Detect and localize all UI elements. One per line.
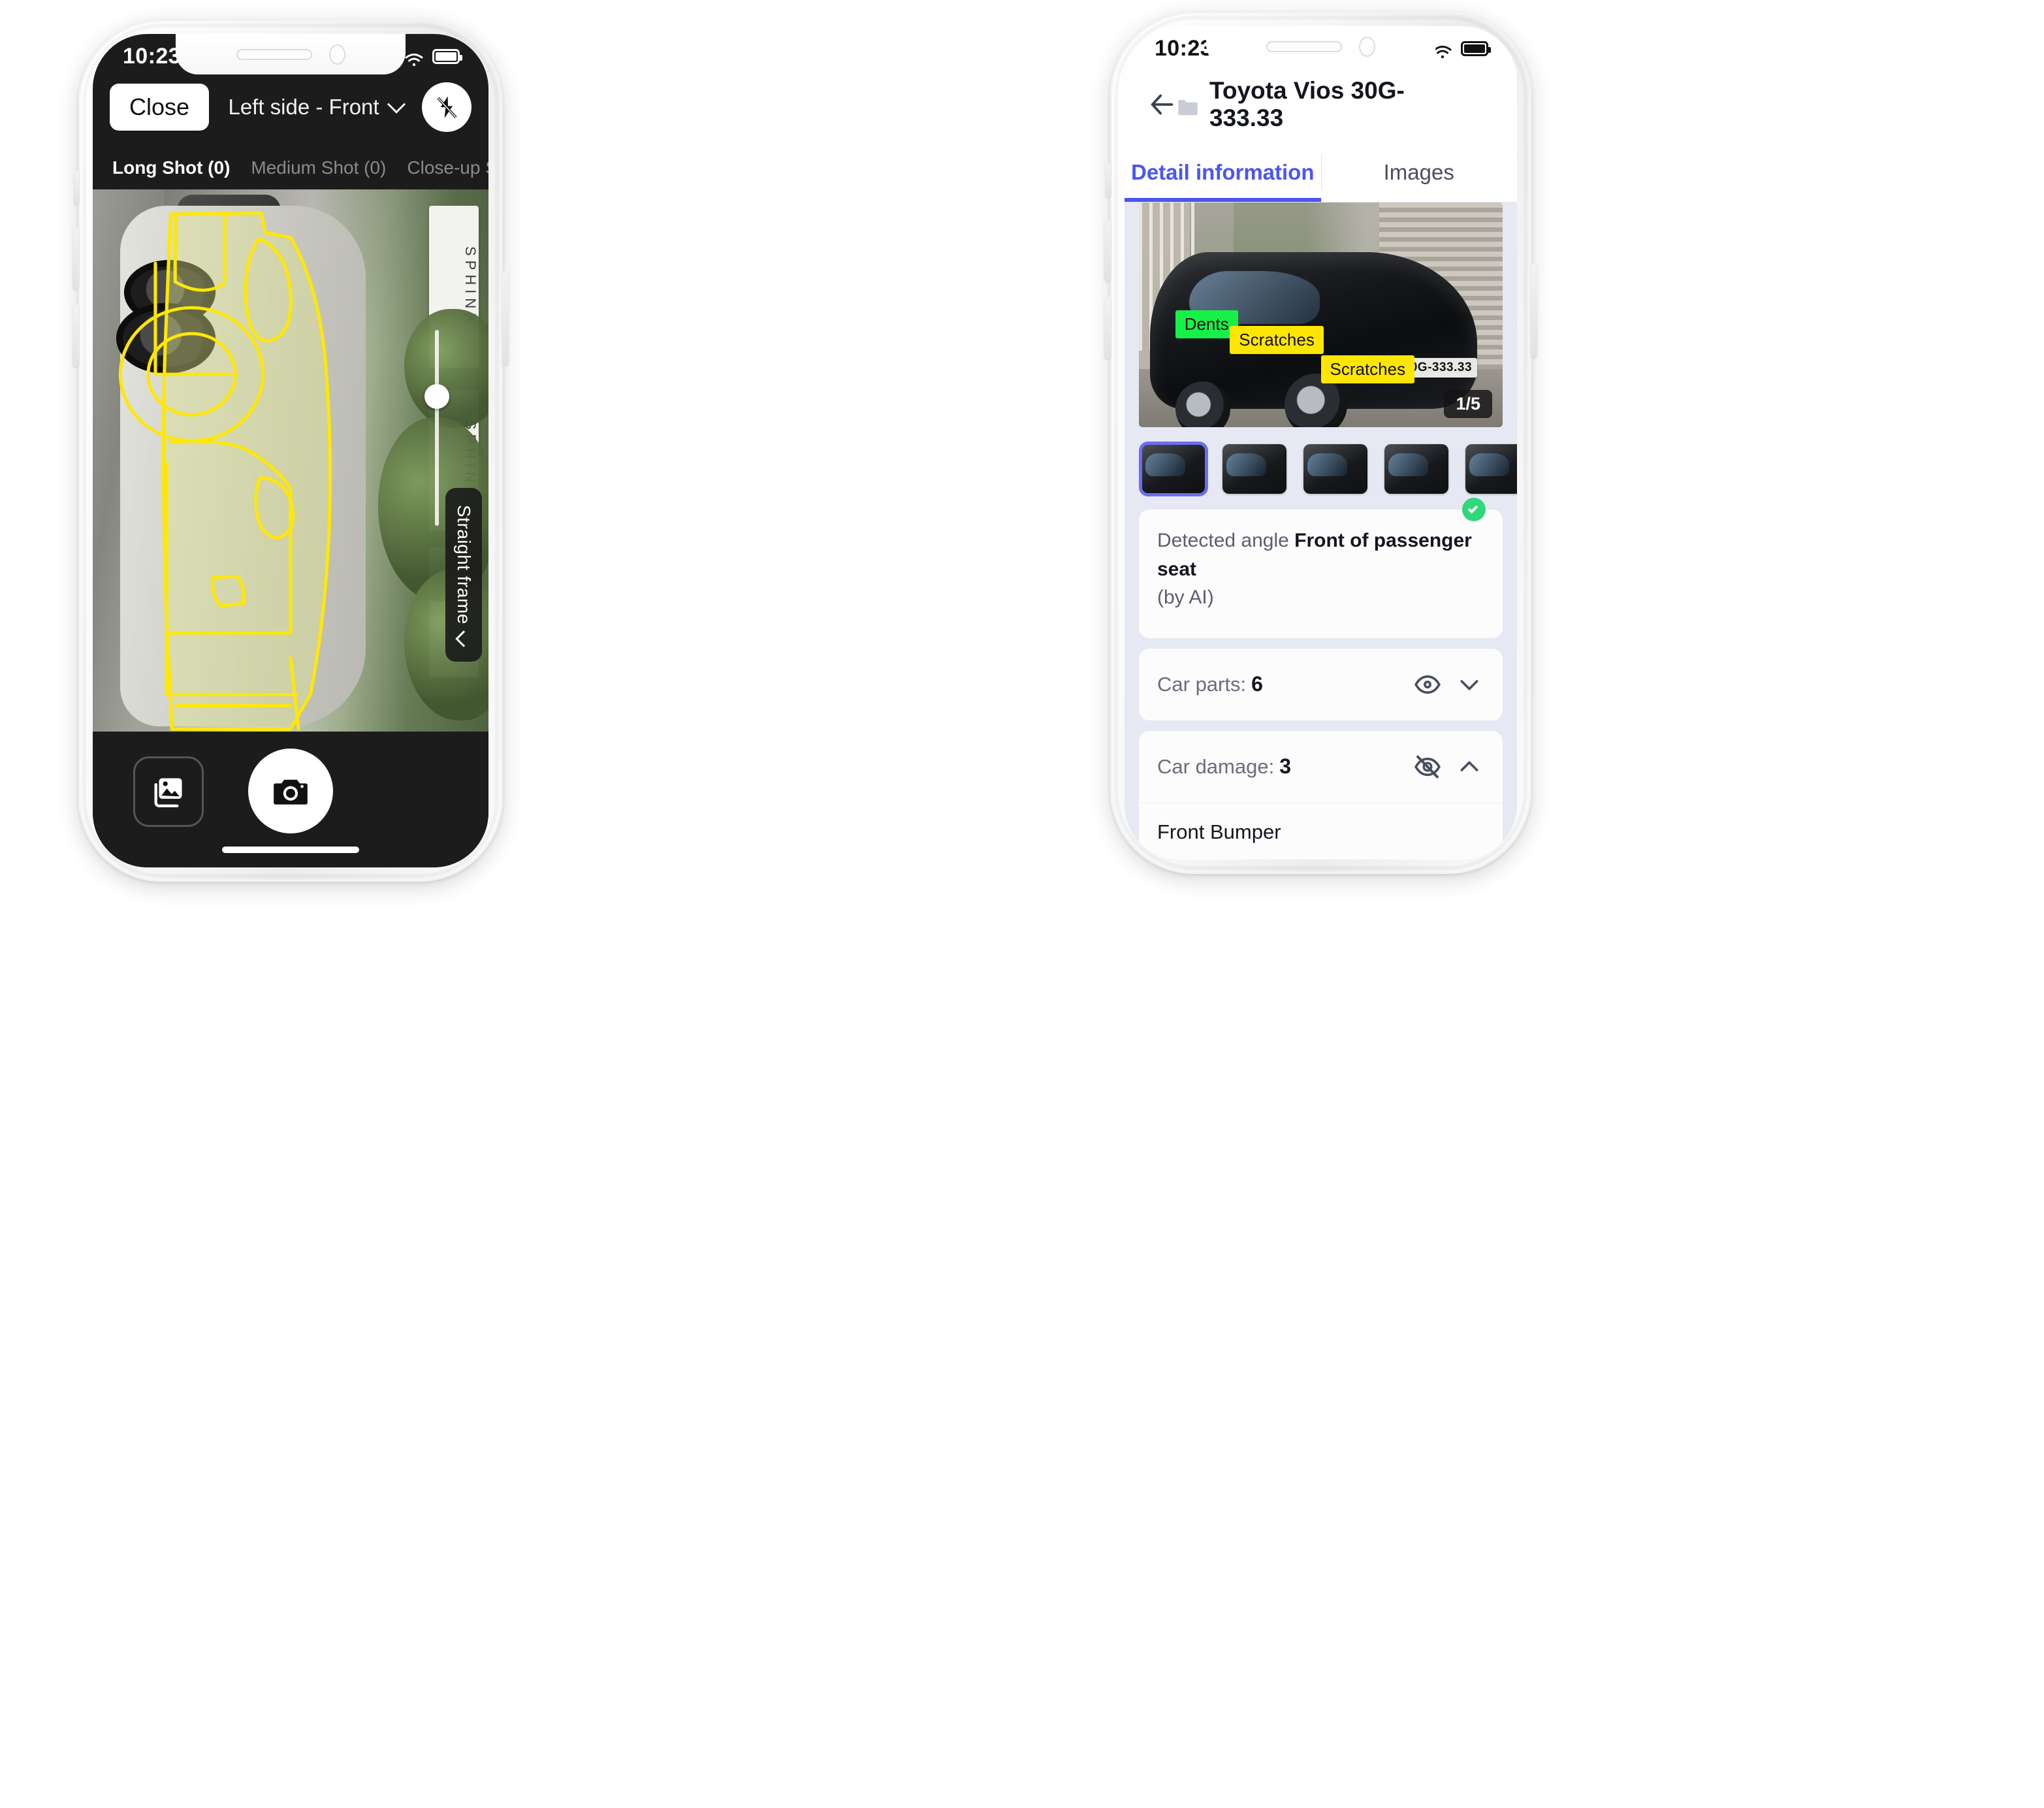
car-parts-title: Car parts: 6	[1157, 672, 1401, 696]
folder-icon	[1177, 95, 1199, 116]
phone-notch	[176, 34, 406, 74]
car-parts-label: Car parts:	[1157, 673, 1247, 696]
shot-tab-closeup[interactable]: Close-up Shot (0)	[396, 157, 488, 178]
volume-up-button[interactable]	[72, 227, 79, 290]
car-parts-count: 6	[1251, 672, 1263, 696]
status-time: 10:23	[123, 43, 181, 69]
camera-icon	[274, 779, 308, 805]
thumbnail-item[interactable]	[1222, 444, 1286, 494]
app-header: Toyota Vios 30G-333.33	[1125, 67, 1517, 142]
shot-tab-long[interactable]: Long Shot (0)	[102, 157, 240, 178]
volume-down-button[interactable]	[72, 304, 79, 367]
screenshot-stage: 10:23 Close Left side - Front Long Shot …	[0, 0, 2044, 1808]
car-damage-label: Car damage:	[1157, 755, 1275, 778]
page-title: Toyota Vios 30G-333.33	[1177, 77, 1495, 132]
flash-off-button[interactable]	[422, 82, 471, 132]
thumbnail-item[interactable]	[1465, 444, 1517, 494]
page-title-text: Toyota Vios 30G-333.33	[1209, 77, 1405, 131]
thumbnail-item[interactable]	[1384, 444, 1448, 494]
status-time: 10:23	[1155, 35, 1213, 61]
camera-toolbar: Close Left side - Front	[93, 74, 488, 140]
mute-switch[interactable]	[74, 171, 79, 205]
earpiece-speaker-icon	[236, 48, 312, 60]
shot-tab-medium[interactable]: Medium Shot (0)	[240, 157, 396, 178]
home-indicator	[222, 847, 359, 853]
back-arrow-icon	[1151, 94, 1174, 115]
left-phone-screen: 10:23 Close Left side - Front Long Shot …	[93, 34, 488, 867]
detail-scroll-area[interactable]: 30G-333.33 Dents Scratches Scratches 1/5	[1125, 202, 1517, 860]
hero-image[interactable]: 30G-333.33 Dents Scratches Scratches 1/5	[1139, 202, 1503, 427]
car-parts-header[interactable]: Car parts: 6	[1139, 649, 1503, 720]
image-counter-badge: 1/5	[1444, 390, 1492, 418]
car-parts-expand-button[interactable]	[1454, 670, 1484, 700]
chevron-left-icon	[455, 630, 472, 648]
front-camera-icon	[1359, 36, 1375, 57]
brightness-slider-knob[interactable]	[424, 384, 449, 410]
volume-down-button[interactable]	[1104, 297, 1111, 359]
car-damage-count: 3	[1279, 754, 1292, 778]
car-damage-card: Car damage: 3 Front Bumper	[1139, 730, 1503, 860]
damage-group-part: Front Bumper	[1157, 820, 1281, 843]
straight-frame-tab[interactable]: Straight frame	[445, 487, 482, 662]
front-camera-icon	[328, 44, 345, 65]
left-phone-frame: 10:23 Close Left side - Front Long Shot …	[72, 20, 509, 882]
right-phone-frame: 10:23 Toyota Vios 30G-333.33 Detail info…	[1104, 12, 1537, 874]
battery-icon	[432, 48, 462, 64]
car-damage-title: Car damage: 3	[1157, 754, 1401, 779]
flash-off-icon	[437, 96, 457, 119]
back-button[interactable]	[1147, 89, 1177, 120]
mute-switch[interactable]	[1106, 163, 1111, 197]
wifi-icon	[1433, 40, 1452, 59]
car-damage-visibility-button[interactable]	[1413, 752, 1443, 782]
car-damage-collapse-button[interactable]	[1454, 752, 1484, 782]
tab-detail-information[interactable]: Detail information	[1125, 142, 1321, 202]
chevron-down-icon	[1460, 679, 1478, 690]
thumbnail-item[interactable]	[1303, 444, 1367, 494]
detected-angle-sublabel: (by AI)	[1157, 587, 1214, 608]
wifi-icon	[404, 48, 424, 67]
earpiece-speaker-icon	[1266, 40, 1342, 52]
eye-icon	[1414, 675, 1441, 694]
volume-up-button[interactable]	[1104, 219, 1111, 282]
alignment-guide-overlay	[93, 189, 488, 732]
chevron-up-icon	[1460, 761, 1478, 771]
brightness-slider[interactable]	[424, 330, 449, 526]
detected-angle-text: Detected angle Front of passenger seat (…	[1157, 526, 1484, 612]
car-parts-visibility-button[interactable]	[1413, 670, 1443, 700]
car-parts-card: Car parts: 6	[1139, 648, 1503, 720]
phone-notch	[1206, 26, 1436, 67]
damage-tag-dents[interactable]: Dents	[1175, 310, 1238, 339]
tab-bar: Detail information Images	[1125, 142, 1517, 202]
right-phone-screen: 10:23 Toyota Vios 30G-333.33 Detail info…	[1125, 26, 1517, 860]
power-button[interactable]	[502, 270, 509, 366]
damage-tag-scratches[interactable]: Scratches	[1320, 355, 1415, 383]
damage-tag-scratches[interactable]: Scratches	[1230, 326, 1324, 355]
detected-angle-label: Detected angle	[1157, 530, 1289, 551]
angle-selector-label: Left side - Front	[228, 95, 379, 119]
shot-type-tabs: Long Shot (0) Medium Shot (0) Close-up S…	[93, 144, 488, 192]
car-damage-header[interactable]: Car damage: 3	[1139, 731, 1503, 803]
straight-frame-label: Straight frame	[454, 504, 474, 624]
close-button[interactable]: Close	[110, 84, 210, 131]
eye-off-icon	[1414, 755, 1441, 778]
check-circle-icon	[1462, 498, 1486, 521]
angle-selector[interactable]: Left side - Front	[209, 95, 422, 120]
car-damage-list: Front Bumper Scratches	[1139, 802, 1503, 860]
gallery-icon	[154, 778, 182, 807]
detected-angle-card: Detected angle Front of passenger seat (…	[1139, 498, 1503, 638]
thumbnail-strip[interactable]	[1125, 427, 1517, 499]
battery-icon	[1461, 40, 1491, 56]
tab-images[interactable]: Images	[1321, 142, 1518, 202]
damage-row[interactable]: Scratches	[1139, 852, 1503, 860]
gallery-button[interactable]	[133, 756, 204, 827]
thumbnail-item[interactable]	[1139, 442, 1208, 496]
chevron-down-icon	[387, 95, 406, 114]
power-button[interactable]	[1531, 263, 1537, 358]
shutter-button[interactable]	[248, 749, 333, 833]
camera-viewfinder[interactable]: SPHINX SPHINX SPHINX	[93, 189, 488, 732]
camera-bottom-bar	[93, 732, 488, 867]
